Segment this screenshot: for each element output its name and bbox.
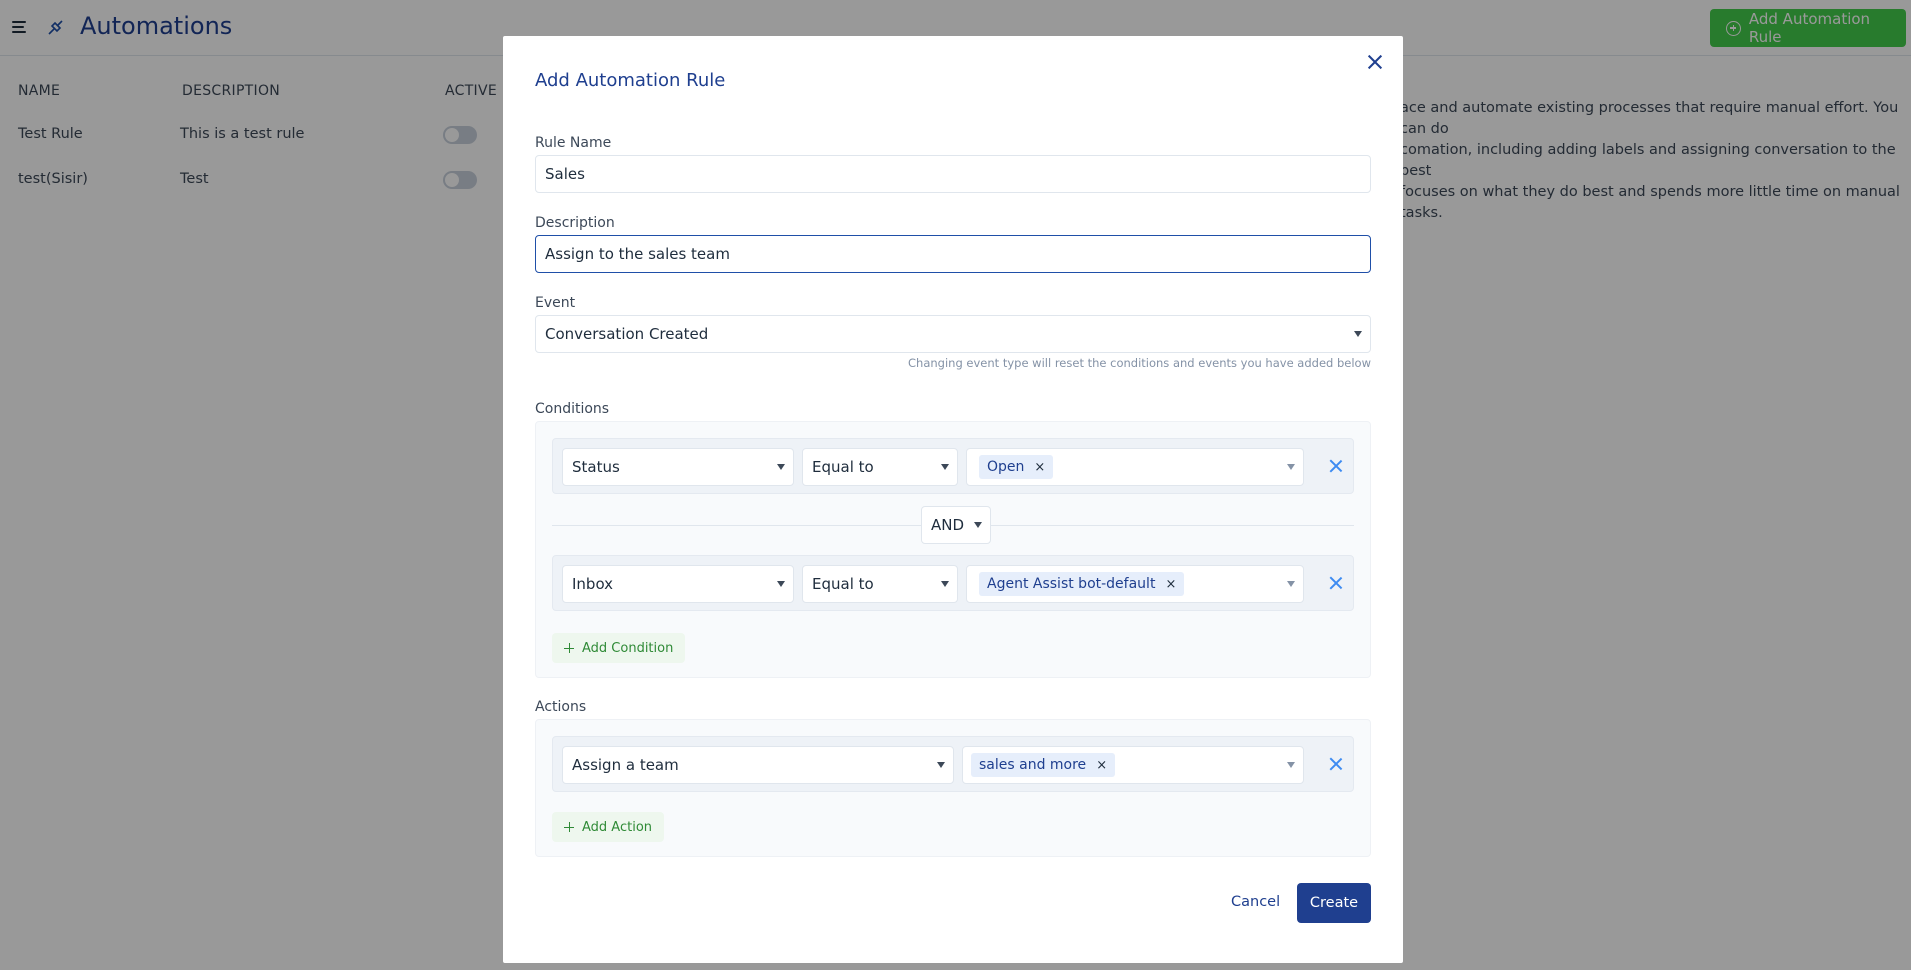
query-operator-value: AND xyxy=(931,516,965,534)
add-automation-rule-modal: Add Automation Rule Rule Name Descriptio… xyxy=(503,36,1403,963)
value-tag-label: Agent Assist bot-default xyxy=(987,576,1156,592)
rule-name-input[interactable] xyxy=(535,155,1371,193)
chevron-down-icon xyxy=(1287,464,1295,470)
action-values-multiselect[interactable]: sales and more × xyxy=(962,746,1304,784)
value-tag-label: sales and more xyxy=(979,757,1087,773)
condition-operator-select[interactable]: Equal to xyxy=(802,565,958,603)
condition-attribute-value: Inbox xyxy=(572,575,614,593)
chevron-down-icon xyxy=(777,464,785,470)
value-tag: Agent Assist bot-default × xyxy=(979,572,1185,596)
condition-operator-value: Equal to xyxy=(812,458,874,476)
close-icon[interactable] xyxy=(1365,52,1385,72)
conditions-panel: Status Equal to Open × AND Inbox Equal t… xyxy=(535,421,1371,678)
chevron-down-icon xyxy=(937,762,945,768)
plus-icon xyxy=(564,643,574,653)
rule-name-label: Rule Name xyxy=(535,135,612,151)
value-tag-label: Open xyxy=(987,459,1025,475)
condition-attribute-select[interactable]: Inbox xyxy=(562,565,794,603)
chevron-down-icon xyxy=(941,464,949,470)
chevron-down-icon xyxy=(777,581,785,587)
create-button[interactable]: Create xyxy=(1297,883,1371,923)
query-operator-select[interactable]: AND xyxy=(921,506,991,544)
description-label: Description xyxy=(535,215,615,231)
value-tag: sales and more × xyxy=(971,753,1116,777)
description-input[interactable] xyxy=(535,235,1371,273)
cancel-button[interactable]: Cancel xyxy=(1223,883,1288,921)
condition-row: Status Equal to Open × xyxy=(552,438,1354,494)
condition-operator-value: Equal to xyxy=(812,575,874,593)
condition-attribute-select[interactable]: Status xyxy=(562,448,794,486)
remove-tag-icon[interactable]: × xyxy=(1096,758,1107,773)
action-type-select[interactable]: Assign a team xyxy=(562,746,954,784)
event-label: Event xyxy=(535,295,576,311)
actions-panel: Assign a team sales and more × Add Actio… xyxy=(535,719,1371,857)
remove-action-icon[interactable] xyxy=(1328,756,1344,772)
chevron-down-icon xyxy=(974,522,982,528)
chevron-down-icon xyxy=(1287,762,1295,768)
action-row: Assign a team sales and more × xyxy=(552,736,1354,792)
chevron-down-icon xyxy=(1287,581,1295,587)
chevron-down-icon xyxy=(941,581,949,587)
condition-attribute-value: Status xyxy=(572,458,620,476)
condition-values-multiselect[interactable]: Agent Assist bot-default × xyxy=(966,565,1304,603)
add-condition-label: Add Condition xyxy=(582,640,674,656)
remove-condition-icon[interactable] xyxy=(1328,575,1344,591)
actions-label: Actions xyxy=(535,699,587,715)
value-tag: Open × xyxy=(979,455,1054,479)
plus-icon xyxy=(564,822,574,832)
add-action-button[interactable]: Add Action xyxy=(552,812,665,842)
add-action-label: Add Action xyxy=(582,819,653,835)
modal-title: Add Automation Rule xyxy=(535,70,726,91)
action-type-value: Assign a team xyxy=(572,756,679,774)
condition-row: Inbox Equal to Agent Assist bot-default … xyxy=(552,555,1354,611)
remove-tag-icon[interactable]: × xyxy=(1034,460,1045,475)
conditions-label: Conditions xyxy=(535,401,610,417)
condition-values-multiselect[interactable]: Open × xyxy=(966,448,1304,486)
event-select-value: Conversation Created xyxy=(545,325,709,343)
remove-tag-icon[interactable]: × xyxy=(1165,577,1176,592)
add-condition-button[interactable]: Add Condition xyxy=(552,633,686,663)
event-select[interactable]: Conversation Created xyxy=(535,315,1371,353)
condition-operator-select[interactable]: Equal to xyxy=(802,448,958,486)
event-hint: Changing event type will reset the condi… xyxy=(908,356,1371,370)
chevron-down-icon xyxy=(1354,331,1362,337)
remove-condition-icon[interactable] xyxy=(1328,458,1344,474)
